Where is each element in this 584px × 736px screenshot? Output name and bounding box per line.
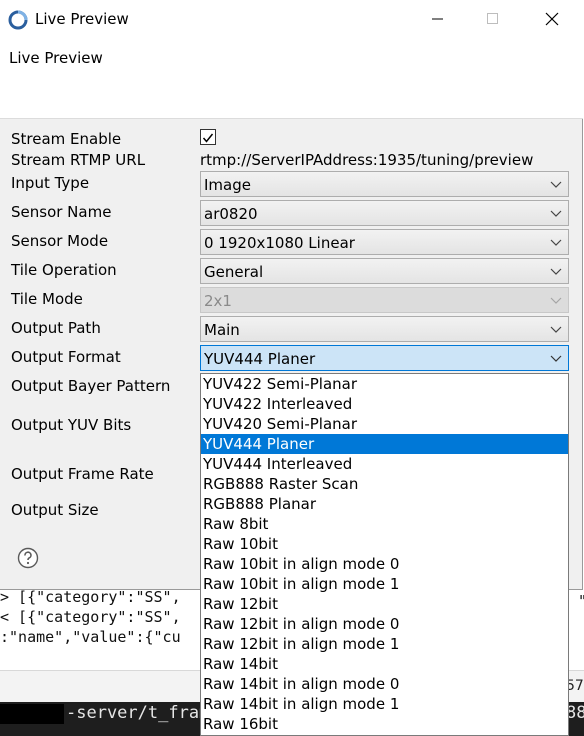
app-logo-icon [8, 10, 28, 30]
close-button[interactable] [529, 0, 575, 38]
tile-operation-label: Tile Operation [11, 261, 117, 279]
dropdown-option[interactable]: Raw 14bit [201, 654, 568, 674]
input-type-combo[interactable]: Image [200, 171, 569, 197]
chevron-down-icon [550, 268, 562, 275]
console-right-char: " [578, 592, 584, 610]
dropdown-option[interactable]: Raw 16bit [201, 714, 568, 734]
title-bar[interactable]: Live Preview [0, 0, 583, 38]
maximize-button[interactable] [470, 0, 516, 38]
minimize-icon [432, 18, 443, 20]
chevron-down-icon [550, 297, 562, 304]
sensor-name-label: Sensor Name [11, 203, 112, 221]
stream-rtmp-url-label: Stream RTMP URL [11, 151, 146, 169]
dropdown-option[interactable]: Raw 10bit in align mode 1 [201, 574, 568, 594]
sensor-name-value: ar0820 [204, 205, 258, 223]
checkmark-icon [202, 133, 214, 143]
dropdown-option[interactable]: YUV420 Semi-Planar [201, 414, 568, 434]
close-icon [545, 12, 559, 26]
output-path-value: Main [204, 321, 240, 339]
sensor-mode-value: 0 1920x1080 Linear [204, 234, 355, 252]
chevron-down-icon [550, 239, 562, 246]
dropdown-option[interactable]: YUV422 Interleaved [201, 394, 568, 414]
window-title: Live Preview [35, 10, 129, 28]
sensor-name-combo[interactable]: ar0820 [200, 200, 569, 226]
input-type-label: Input Type [11, 174, 90, 192]
input-type-value: Image [204, 176, 251, 194]
dialog-header: Live Preview [0, 38, 583, 119]
dropdown-option[interactable]: Raw 10bit in align mode 0 [201, 554, 568, 574]
chevron-down-icon [550, 181, 562, 188]
dropdown-option[interactable]: RGB888 Planar [201, 494, 568, 514]
output-path-combo[interactable]: Main [200, 316, 569, 342]
dropdown-option[interactable]: YUV422 Semi-Planar [201, 374, 568, 394]
dropdown-option[interactable]: RGB888 Raster Scan [201, 474, 568, 494]
dropdown-option[interactable]: Raw 14bit in align mode 1 [201, 694, 568, 714]
help-icon[interactable] [17, 547, 39, 569]
tile-operation-value: General [204, 263, 264, 281]
dialog-heading: Live Preview [9, 49, 103, 67]
dropdown-option[interactable]: Raw 12bit in align mode 1 [201, 634, 568, 654]
stream-enable-label: Stream Enable [11, 130, 122, 148]
chevron-down-icon [550, 355, 562, 362]
dropdown-option[interactable]: Raw 10bit [201, 534, 568, 554]
dropdown-option[interactable]: Raw 14bit in align mode 0 [201, 674, 568, 694]
output-format-combo[interactable]: YUV444 Planer [200, 345, 569, 371]
sensor-mode-combo[interactable]: 0 1920x1080 Linear [200, 229, 569, 255]
tile-mode-value: 2x1 [204, 292, 232, 310]
tile-operation-combo[interactable]: General [200, 258, 569, 284]
console-line: < [{"category":"SS", [0, 608, 181, 626]
output-format-value: YUV444 Planer [204, 350, 316, 368]
output-yuv-bits-label: Output YUV Bits [11, 416, 132, 434]
dropdown-option[interactable]: Raw 12bit in align mode 0 [201, 614, 568, 634]
output-bayer-pattern-label: Output Bayer Pattern [11, 377, 171, 395]
output-format-dropdown-list[interactable]: YUV422 Semi-Planar YUV422 Interleaved YU… [200, 373, 569, 736]
console-line: :"name","value":{"cu [0, 628, 181, 646]
minimize-button[interactable] [415, 0, 461, 38]
tile-mode-combo: 2x1 [200, 287, 569, 313]
sensor-mode-label: Sensor Mode [11, 232, 109, 250]
dropdown-option-selected[interactable]: YUV444 Planer [201, 434, 568, 454]
terminal-prompt-block [0, 704, 64, 724]
chevron-down-icon [550, 326, 562, 333]
stream-enable-checkbox[interactable] [200, 129, 216, 145]
output-format-label: Output Format [11, 348, 121, 366]
dropdown-option[interactable]: Raw 8bit [201, 514, 568, 534]
stream-rtmp-url-value: rtmp://ServerIPAddress:1935/tuning/previ… [200, 151, 534, 169]
chevron-down-icon [550, 210, 562, 217]
terminal-text: -server/t_fram [66, 703, 210, 723]
maximize-icon [487, 13, 498, 24]
output-frame-rate-label: Output Frame Rate [11, 465, 154, 483]
console-line: > [{"category":"SS", [0, 588, 181, 606]
dropdown-option[interactable]: Raw 12bit [201, 594, 568, 614]
output-path-label: Output Path [11, 319, 101, 337]
output-size-label: Output Size [11, 501, 99, 519]
dropdown-option[interactable]: YUV444 Interleaved [201, 454, 568, 474]
tile-mode-label: Tile Mode [11, 290, 83, 308]
